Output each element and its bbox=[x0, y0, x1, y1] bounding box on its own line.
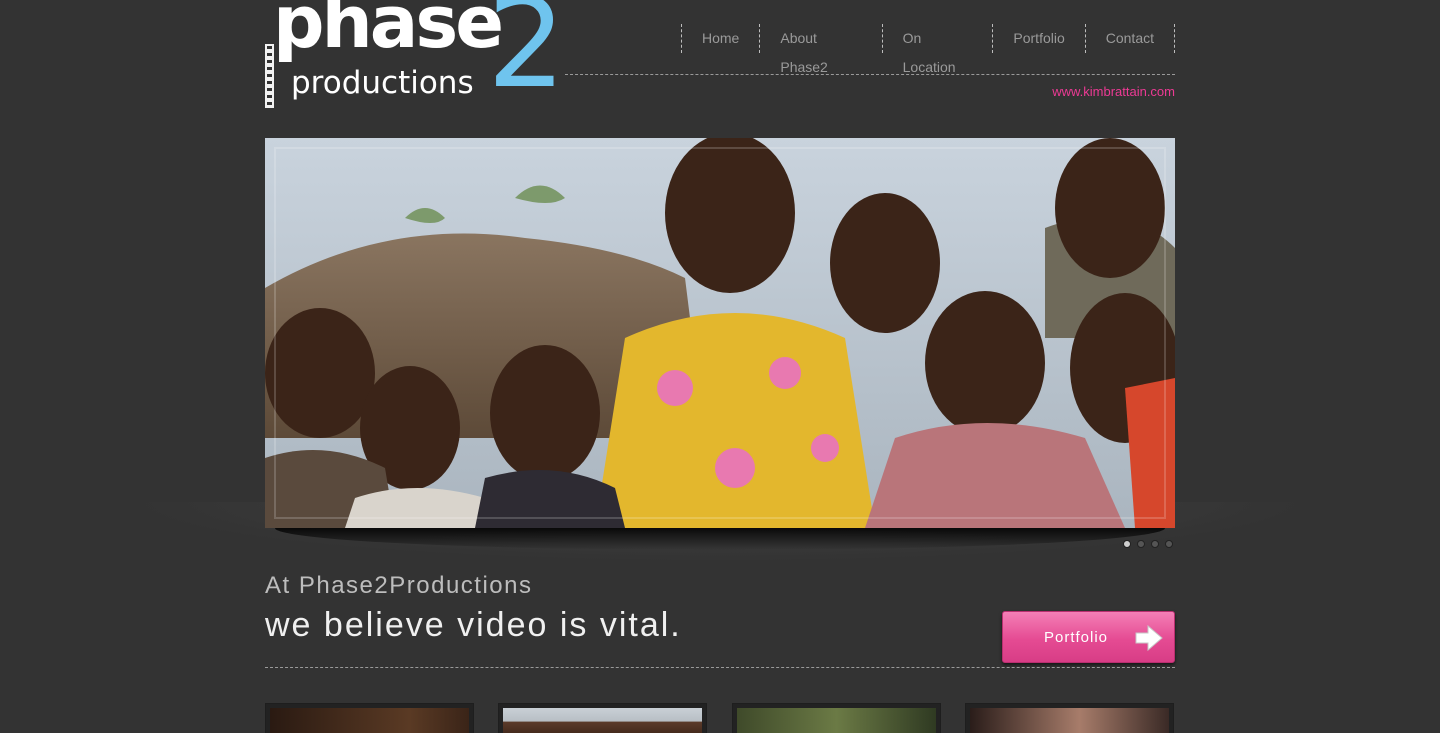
thumbnail-1[interactable] bbox=[265, 703, 474, 733]
thumbnail-2[interactable] bbox=[498, 703, 707, 733]
thumbnail-4[interactable] bbox=[965, 703, 1174, 733]
portfolio-button[interactable]: Portfolio bbox=[1002, 611, 1175, 663]
nav-divider bbox=[565, 74, 1175, 75]
slider-dot-2[interactable] bbox=[1137, 540, 1145, 548]
logo-productions-text: productions bbox=[291, 65, 474, 101]
site-logo[interactable]: phase productions 2 bbox=[265, 0, 566, 116]
slider-dot-1[interactable] bbox=[1123, 540, 1131, 548]
children-photo bbox=[265, 138, 1175, 528]
nav-portfolio[interactable]: Portfolio bbox=[992, 24, 1084, 53]
portfolio-thumbnails bbox=[265, 703, 1175, 733]
tagline-divider bbox=[265, 667, 1175, 668]
thumbnail-3[interactable] bbox=[732, 703, 941, 733]
arrow-right-icon bbox=[1135, 624, 1163, 652]
nav-on-location[interactable]: On Location bbox=[881, 24, 993, 75]
nav-home[interactable]: Home bbox=[681, 24, 759, 53]
slider-dot-4[interactable] bbox=[1165, 540, 1173, 548]
slider-pagination bbox=[1123, 540, 1173, 548]
tagline-headline: we believe video is vital. bbox=[265, 606, 682, 644]
page-wrapper: phase productions 2 Home About Phase2 On… bbox=[130, 0, 1310, 733]
tagline-intro: At Phase2Productions bbox=[265, 572, 533, 599]
logo-phase-text: phase bbox=[273, 0, 504, 64]
slider-dot-3[interactable] bbox=[1151, 540, 1159, 548]
nav-contact[interactable]: Contact bbox=[1084, 24, 1175, 53]
hero-slider-image[interactable] bbox=[265, 138, 1175, 528]
main-nav: Home About Phase2 On Location Portfolio … bbox=[681, 24, 1175, 75]
portfolio-button-label: Portfolio bbox=[1044, 629, 1109, 646]
logo-two-numeral: 2 bbox=[487, 0, 566, 116]
site-url-link[interactable]: www.kimbrattain.com bbox=[1052, 84, 1175, 99]
nav-about-phase2[interactable]: About Phase2 bbox=[759, 24, 881, 75]
